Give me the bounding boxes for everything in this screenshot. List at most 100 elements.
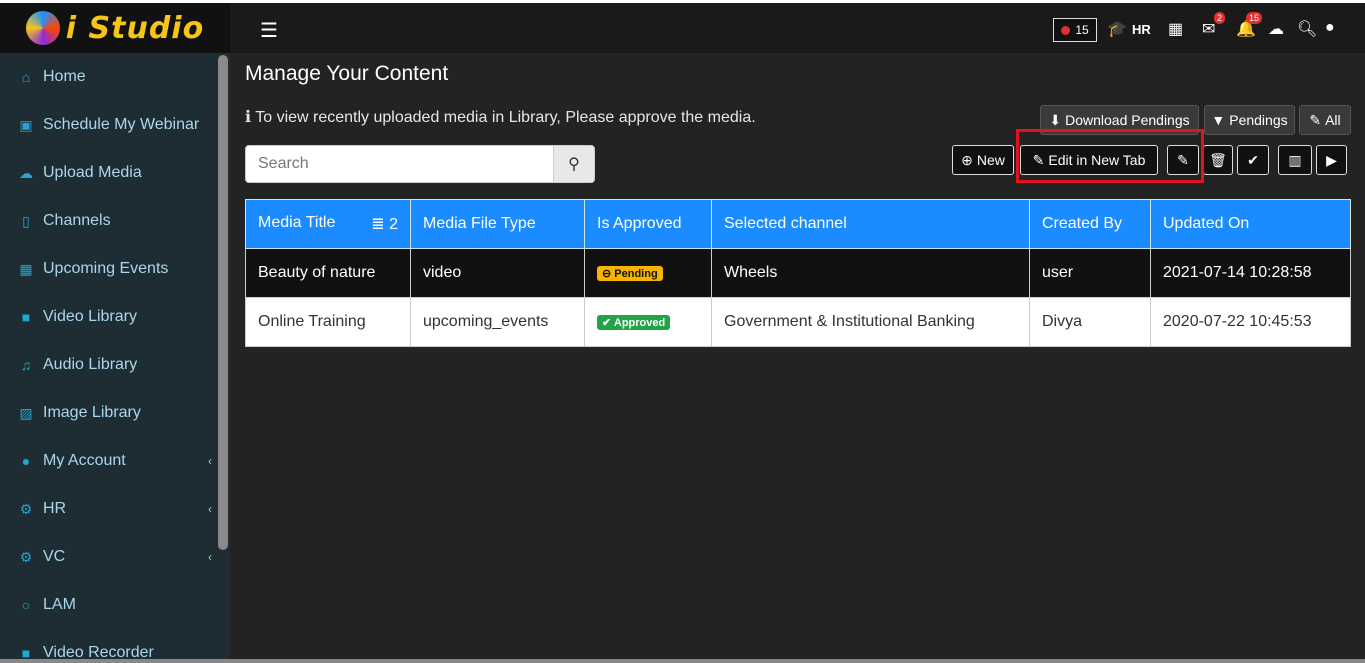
- edit-icon: ✎: [1032, 151, 1045, 168]
- search-icon: ⚲: [568, 156, 580, 173]
- col-selected-channel[interactable]: Selected channel: [711, 199, 1030, 249]
- info-text: To view recently uploaded media in Libra…: [255, 109, 756, 126]
- sidebar-item-label: VC: [43, 548, 66, 565]
- message-icon[interactable]: ✉: [1202, 19, 1215, 39]
- status-label: Approved: [613, 317, 666, 329]
- download-pendings-button[interactable]: ⬇ Download Pendings: [1040, 105, 1199, 135]
- cell-title: Beauty of nature: [245, 248, 411, 298]
- hr-label[interactable]: HR: [1132, 22, 1151, 37]
- bookmark-icon: ▯: [22, 212, 30, 229]
- col-media-file-type[interactable]: Media File Type: [410, 199, 585, 249]
- user-icon: ●: [21, 453, 31, 469]
- trash-icon: 🗑︎: [1209, 151, 1227, 168]
- all-label: All: [1325, 112, 1341, 128]
- notifications-badge: 15: [1246, 12, 1263, 24]
- plus-circle-icon: ⊕: [961, 151, 973, 168]
- live-counter[interactable]: 15: [1053, 18, 1097, 42]
- header-media-title: Media Title: [258, 214, 336, 231]
- sidebar-item-label: LAM: [43, 596, 76, 613]
- sidebar-item-label: Upload Media: [43, 164, 142, 181]
- delete-button[interactable]: 🗑︎: [1203, 145, 1233, 175]
- bottom-scrollbar[interactable]: [0, 659, 1365, 663]
- calendar-icon[interactable]: ▦: [1168, 19, 1183, 39]
- col-created-by[interactable]: Created By: [1029, 199, 1151, 249]
- pendings-filter-button[interactable]: ▼ Pendings: [1204, 105, 1295, 135]
- col-media-title[interactable]: Media Title ≣ 2: [245, 199, 411, 249]
- top-bar: ☰ 15 🎓 HR ▦ ✉ 2 🔔 15 ☁ 🔍︎ ●: [230, 3, 1365, 53]
- header-media-file-type: Media File Type: [423, 215, 536, 232]
- cogs-icon: ⚙: [19, 500, 33, 517]
- image-icon: ▨: [19, 404, 33, 421]
- cell-created-by: Divya: [1029, 297, 1151, 347]
- info-icon: ℹ: [245, 109, 252, 126]
- sidebar-item-label: Video Library: [43, 308, 137, 325]
- content-table: Media Title ≣ 2 Media File Type Is Appro…: [245, 199, 1351, 347]
- brand-logo[interactable]: i Studio: [0, 3, 230, 53]
- record-count: ≣ 2: [371, 214, 398, 234]
- analytics-button[interactable]: ▥: [1278, 145, 1312, 175]
- col-updated-on[interactable]: Updated On: [1150, 199, 1351, 249]
- home-icon: ⌂: [21, 69, 31, 85]
- hamburger-menu-icon[interactable]: ☰: [260, 18, 278, 43]
- chevron-left-icon: ‹: [208, 454, 212, 468]
- record-dot-icon: [1061, 25, 1071, 35]
- status-label: Pending: [614, 268, 658, 280]
- edit-button[interactable]: ✎: [1167, 145, 1199, 175]
- video-icon: ■: [21, 309, 31, 325]
- download-pendings-label: Download Pendings: [1065, 112, 1190, 128]
- sidebar-item-home[interactable]: ⌂ Home: [0, 53, 216, 101]
- sidebar-item-vc[interactable]: ⚙ VC ‹: [0, 533, 216, 581]
- music-icon: ♫: [20, 357, 32, 373]
- sidebar-item-upload-media[interactable]: ☁ Upload Media: [0, 149, 216, 197]
- sidebar-item-video-recorder[interactable]: ■ Video Recorder: [0, 629, 216, 663]
- approve-button[interactable]: ✔: [1237, 145, 1269, 175]
- table-row[interactable]: Online Training upcoming_events ✔ Approv…: [245, 297, 1351, 347]
- sidebar: i Studio ⌂ Home ▣ Schedule My Webinar ☁ Uploa…: [0, 3, 230, 663]
- sidebar-item-upcoming-events[interactable]: ▦ Upcoming Events: [0, 245, 216, 293]
- edit-in-new-tab-button[interactable]: ✎ Edit in New Tab: [1020, 145, 1158, 175]
- download-icon: ⬇: [1049, 111, 1062, 128]
- sidebar-item-label: My Account: [43, 452, 126, 469]
- cloud-upload-icon: ☁: [19, 164, 33, 181]
- table-row[interactable]: Beauty of nature video ⊖ Pending Wheels …: [245, 248, 1351, 298]
- brand-name: i Studio: [65, 10, 205, 46]
- search-icon[interactable]: 🔍︎: [1297, 19, 1317, 39]
- new-label: New: [976, 152, 1005, 168]
- sidebar-item-image-library[interactable]: ▨ Image Library: [0, 389, 216, 437]
- all-filter-button[interactable]: ✎ All: [1299, 105, 1351, 135]
- filter-icon: ▼: [1211, 112, 1226, 128]
- sidebar-item-channels[interactable]: ▯ Channels: [0, 197, 216, 245]
- search-input[interactable]: [246, 146, 553, 182]
- sidebar-scrollbar[interactable]: [218, 55, 228, 550]
- eraser-icon: ✎: [1309, 111, 1322, 128]
- cell-type: upcoming_events: [410, 297, 585, 347]
- graduation-cap-icon[interactable]: 🎓: [1107, 19, 1127, 39]
- cloud-upload-icon[interactable]: ☁: [1268, 19, 1284, 39]
- messages-badge: 2: [1214, 12, 1226, 24]
- header-selected-channel: Selected channel: [724, 215, 847, 232]
- sidebar-item-hr[interactable]: ⚙ HR ‹: [0, 485, 216, 533]
- table-header-row: Media Title ≣ 2 Media File Type Is Appro…: [245, 199, 1351, 249]
- circle-icon: ○: [21, 597, 31, 613]
- sidebar-nav: ⌂ Home ▣ Schedule My Webinar ☁ Upload Media ▯ C…: [0, 53, 216, 663]
- cell-status: ⊖ Pending: [584, 248, 712, 298]
- cell-channel: Government & Institutional Banking: [711, 297, 1030, 347]
- sidebar-item-audio-library[interactable]: ♫ Audio Library: [0, 341, 216, 389]
- status-badge: ⊖ Pending: [597, 266, 663, 281]
- sidebar-item-lam[interactable]: ○ LAM: [0, 581, 216, 629]
- col-is-approved[interactable]: Is Approved: [584, 199, 712, 249]
- new-button[interactable]: ⊕ New: [952, 145, 1014, 175]
- chevron-left-icon: ‹: [208, 502, 212, 516]
- search-button[interactable]: ⚲: [553, 146, 594, 182]
- header-created-by: Created By: [1042, 215, 1123, 232]
- sidebar-item-schedule-my-webinar[interactable]: ▣ Schedule My Webinar: [0, 101, 216, 149]
- sidebar-item-label: Home: [43, 68, 86, 85]
- page-title: Manage Your Content: [245, 62, 449, 85]
- user-icon[interactable]: ●: [1325, 19, 1335, 37]
- play-circle-icon: ▶: [1326, 151, 1337, 168]
- cell-channel: Wheels: [711, 248, 1030, 298]
- play-button[interactable]: ▶: [1316, 145, 1347, 175]
- edit-icon: ✎: [1177, 151, 1189, 168]
- sidebar-item-video-library[interactable]: ■ Video Library: [0, 293, 216, 341]
- sidebar-item-my-account[interactable]: ● My Account ‹: [0, 437, 216, 485]
